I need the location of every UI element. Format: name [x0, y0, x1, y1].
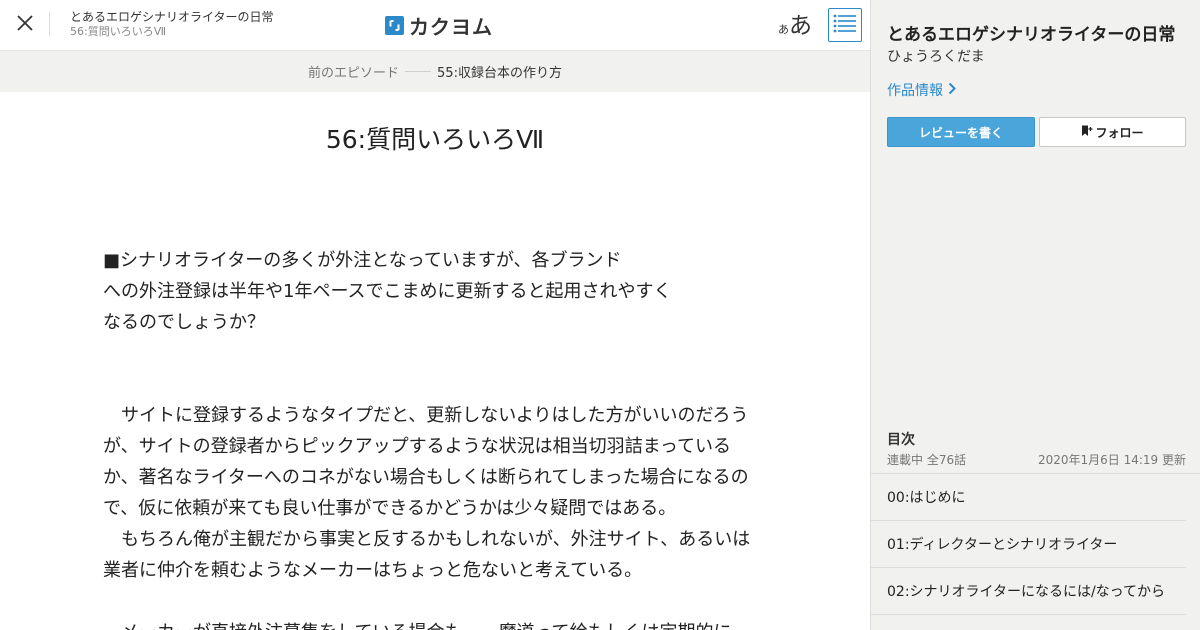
body-line: [103, 369, 763, 400]
toc-item[interactable]: 02:シナリオライターになるには/なってから: [871, 568, 1186, 615]
write-review-button[interactable]: レビューを書く: [887, 117, 1035, 147]
body-line: サイトに登録するようなタイプだと、更新しないよりはした方がいいのだろう: [103, 405, 749, 426]
close-button[interactable]: [10, 9, 40, 41]
toc-heading: 目次: [887, 432, 915, 448]
body-line: もちろん俺が主観だから事実と反するかもしれないが、外注サイト、あるいは: [103, 529, 751, 550]
work-info[interactable]: とあるエロゲシナリオライターの日常 56:質問いろいろⅦ: [70, 11, 274, 37]
body-line: で、仮に依頼が来ても良い仕事ができるかどうかは少々疑問ではある。: [103, 498, 677, 519]
reader-main: とあるエロゲシナリオライターの日常 56:質問いろいろⅦ カクヨム あ あ 前の…: [0, 0, 870, 630]
body-line: [103, 586, 763, 617]
bookmark-plus-icon: [1081, 125, 1095, 140]
chevron-right-icon: [943, 82, 956, 99]
logo-mark-icon: [385, 15, 404, 35]
episode-body: ■シナリオライターの多くが外注となっていますが、各ブランド への外注登録は半年や…: [103, 245, 763, 630]
work-sidebar: とあるエロゲシナリオライターの日常 ひょうろくだま 作品情報 レビューを書く フ…: [870, 0, 1200, 630]
previous-episode-link[interactable]: 前のエピソード 55:収録台本の作り方: [0, 51, 870, 92]
previous-episode-divider: [405, 71, 432, 72]
body-line: [103, 338, 763, 369]
toc-list: 00:はじめに 01:ディレクターとシナリオライター 02:シナリオライターにな…: [871, 473, 1200, 615]
work-title-link[interactable]: とあるエロゲシナリオライターの日常: [70, 11, 274, 23]
toc-meta: 連載中 全76話 2020年1月6日 14:19 更新: [887, 451, 1186, 468]
follow-button[interactable]: フォロー: [1039, 117, 1186, 147]
toc-updated: 2020年1月6日 14:19 更新: [1037, 453, 1186, 467]
header-divider: [49, 12, 50, 36]
font-size-small-glyph: あ: [778, 23, 789, 36]
reader-header: とあるエロゲシナリオライターの日常 56:質問いろいろⅦ カクヨム あ あ: [0, 0, 870, 51]
current-episode-title: 56:質問いろいろⅦ: [70, 25, 167, 38]
font-size-button[interactable]: あ あ: [777, 10, 813, 40]
sidebar-work-title[interactable]: とあるエロゲシナリオライターの日常: [887, 20, 1175, 45]
kakuyomu-logo[interactable]: カクヨム: [385, 13, 493, 39]
follow-button-label: フォロー: [1095, 125, 1144, 140]
body-line: ■シナリオライターの多くが外注となっていますが、各ブランド: [103, 250, 622, 271]
body-line: なるのでしょうか？: [103, 312, 265, 333]
table-of-contents-button[interactable]: [828, 8, 862, 42]
body-line: 業者に仲介を頼むようなメーカーはちょっと危ないと考えている。: [103, 560, 643, 581]
work-info-link-label: 作品情報: [887, 83, 943, 99]
font-size-large-glyph: あ: [789, 13, 812, 39]
body-line: への外注登録は半年や1年ペースでこまめに更新すると起用されやすく: [103, 281, 672, 302]
sidebar-author[interactable]: ひょうろくだま: [887, 46, 985, 66]
toc-item[interactable]: 00:はじめに: [871, 474, 1186, 521]
toc-status: 連載中 全76話: [887, 453, 967, 467]
toc-item[interactable]: 01:ディレクターとシナリオライター: [871, 521, 1186, 568]
body-line: メーカーが直接外注募集をしている場合も……魔道って絵もしくは定期的に: [103, 617, 763, 630]
body-line: か、著名なライターへのコネがない場合もしくは断られてしまった場合になるの: [103, 467, 749, 488]
previous-episode-title: 55:収録台本の作り方: [437, 66, 562, 81]
work-info-link[interactable]: 作品情報: [887, 80, 956, 100]
body-line: が、サイトの登録者からピックアップするような状況は相当切羽詰まっている: [103, 436, 732, 457]
list-icon: [833, 13, 857, 37]
previous-episode-label: 前のエピソード: [308, 66, 400, 81]
logo-text: カクヨム: [409, 14, 493, 39]
close-icon: [16, 14, 34, 36]
episode-title: 56:質問いろいろⅦ: [325, 125, 545, 154]
